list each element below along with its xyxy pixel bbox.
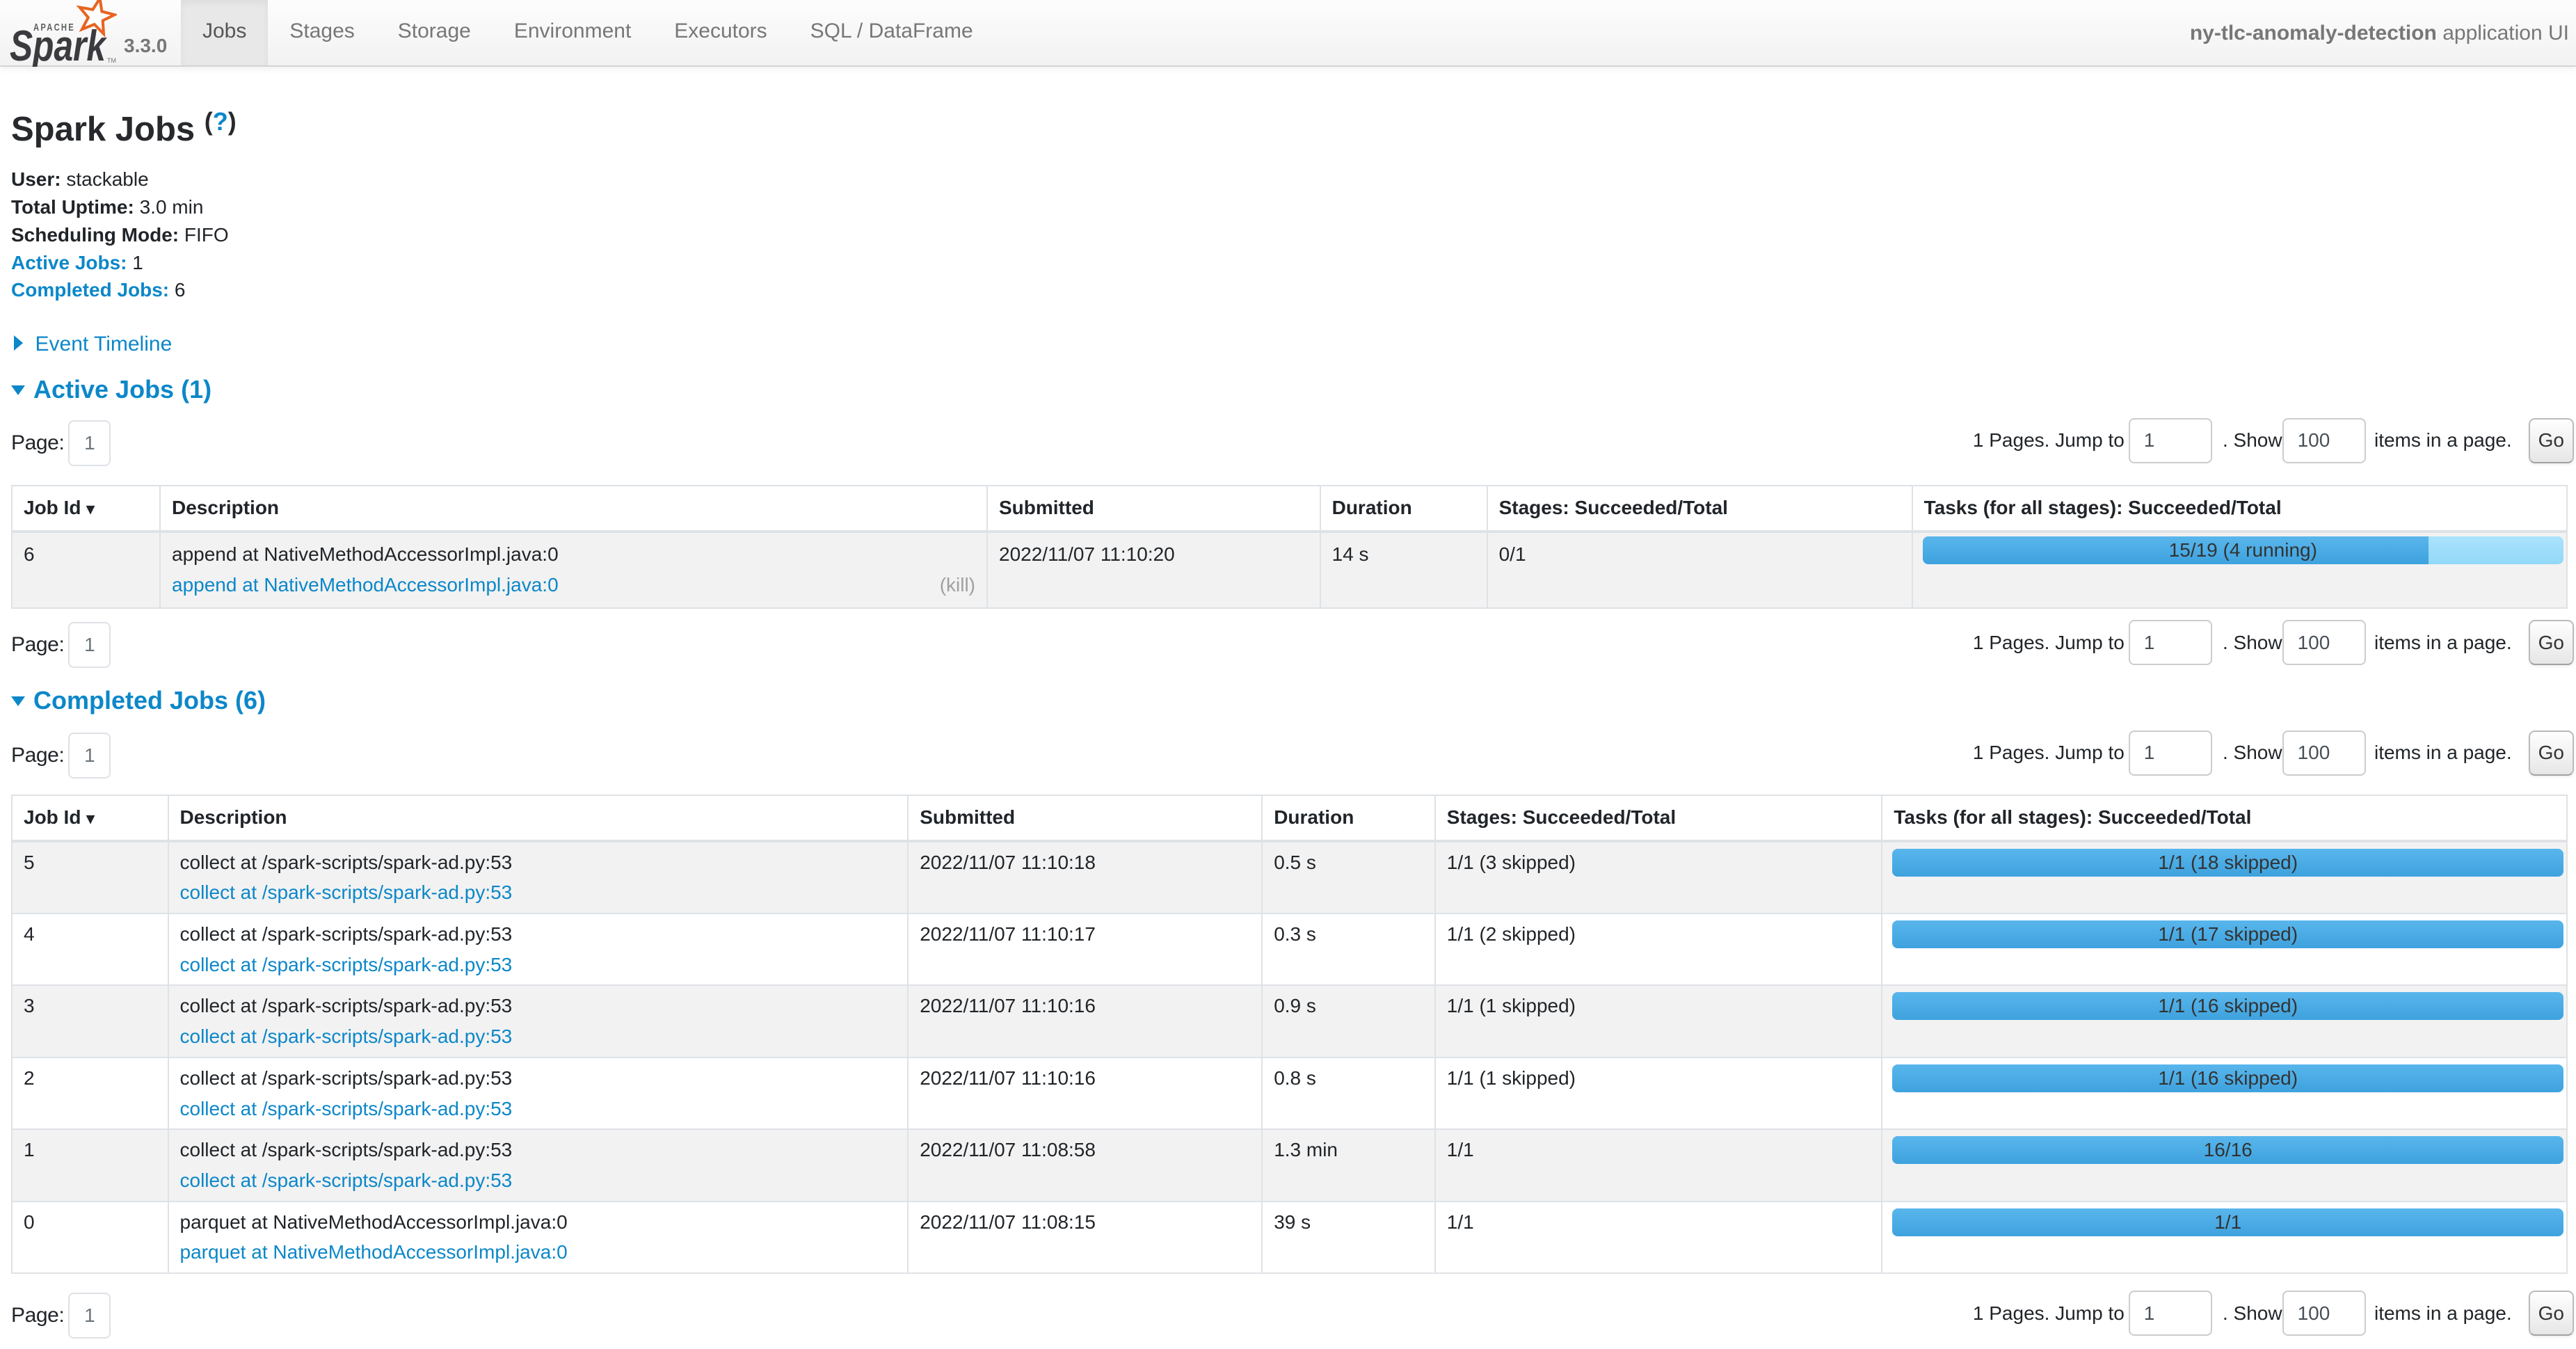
svg-text:Spark: Spark bbox=[10, 22, 108, 67]
svg-text:TM: TM bbox=[107, 57, 116, 64]
